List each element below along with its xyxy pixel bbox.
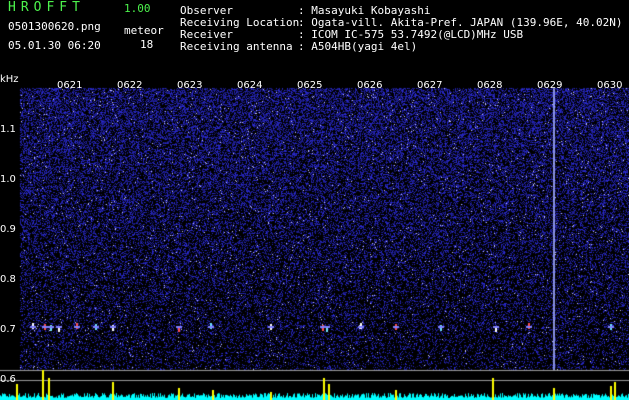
x-tick-label: 0626 bbox=[357, 80, 383, 91]
app-title: HROFFT bbox=[8, 0, 85, 15]
x-tick-label: 0629 bbox=[537, 80, 563, 91]
x-tick-label: 0625 bbox=[297, 80, 323, 91]
antenna-value: : A504HB(yagi 4el) bbox=[298, 40, 418, 53]
date-time: 05.01.30 06:20 bbox=[8, 39, 101, 52]
x-tick-label: 0628 bbox=[477, 80, 503, 91]
y-unit-label: kHz bbox=[0, 74, 19, 85]
x-tick-label: 0624 bbox=[237, 80, 263, 91]
x-tick-label: 0621 bbox=[57, 80, 83, 91]
antenna-label: Receiving antenna bbox=[180, 40, 293, 53]
header-panel: HROFFT 1.00 0501300620.png meteor 18 05.… bbox=[0, 0, 629, 74]
y-tick-label: 1.0 bbox=[0, 174, 16, 185]
y-tick-label: 0.8 bbox=[0, 274, 16, 285]
x-tick-label: 0622 bbox=[117, 80, 143, 91]
x-tick-label: 0623 bbox=[177, 80, 203, 91]
app-version: 1.00 bbox=[124, 2, 151, 15]
y-tick-label: 1.1 bbox=[0, 124, 16, 135]
x-tick-label: 0630 bbox=[597, 80, 623, 91]
x-tick-label: 0627 bbox=[417, 80, 443, 91]
y-tick-label: 0.7 bbox=[0, 324, 16, 335]
spectrogram-canvas bbox=[0, 74, 629, 400]
meteor-count: 18 bbox=[140, 38, 154, 51]
y-tick-label: 0.6 bbox=[0, 374, 16, 385]
file-name: 0501300620.png bbox=[8, 20, 101, 33]
y-tick-label: 0.9 bbox=[0, 224, 16, 235]
meteor-label: meteor bbox=[124, 24, 164, 37]
